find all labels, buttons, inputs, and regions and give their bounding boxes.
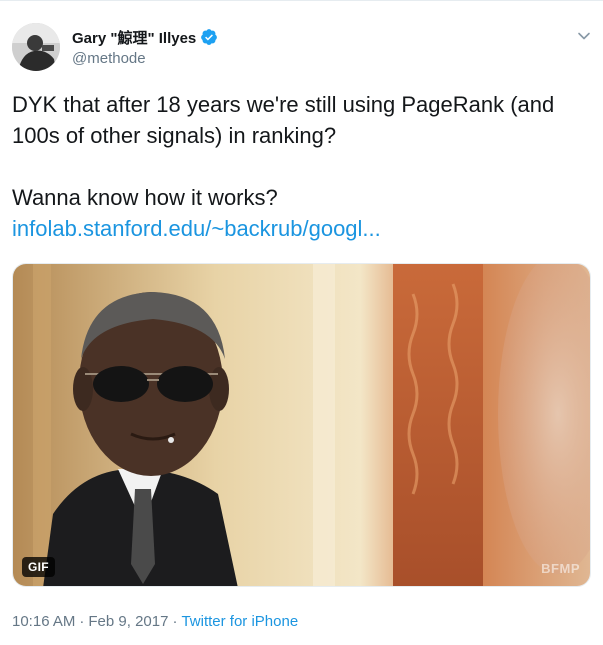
gif-badge: GIF — [22, 557, 55, 577]
tweet-link[interactable]: infolab.stanford.edu/~backrub/googl... — [12, 216, 381, 241]
meta-separator: · — [79, 613, 85, 630]
chevron-down-icon[interactable] — [574, 26, 594, 46]
author-name-row[interactable]: Gary "鯨理" Illyes — [72, 26, 218, 48]
tweet-date[interactable]: Feb 9, 2017 — [88, 613, 168, 630]
tweet-source[interactable]: Twitter for iPhone — [181, 613, 298, 630]
author-display-name[interactable]: Gary "鯨理" Illyes — [72, 27, 196, 48]
meta-separator: · — [172, 613, 178, 630]
verified-badge-icon — [200, 28, 218, 46]
tweet-card: Gary "鯨理" Illyes @methode DYK that after… — [0, 0, 603, 645]
tweet-text-line-1: DYK that after 18 years we're still usin… — [12, 92, 555, 148]
avatar[interactable] — [12, 23, 60, 71]
media-watermark: BFMP — [541, 561, 580, 576]
tweet-text-line-2: Wanna know how it works? — [12, 185, 278, 210]
gif-frame-illustration — [13, 264, 590, 586]
author-handle[interactable]: @methode — [72, 50, 146, 67]
tweet-text: DYK that after 18 years we're still usin… — [12, 89, 582, 244]
tweet-time[interactable]: 10:16 AM — [12, 613, 75, 630]
tweet-meta: 10:16 AM · Feb 9, 2017 · Twitter for iPh… — [12, 613, 298, 630]
tweet-media-gif[interactable]: GIF BFMP — [12, 263, 591, 587]
